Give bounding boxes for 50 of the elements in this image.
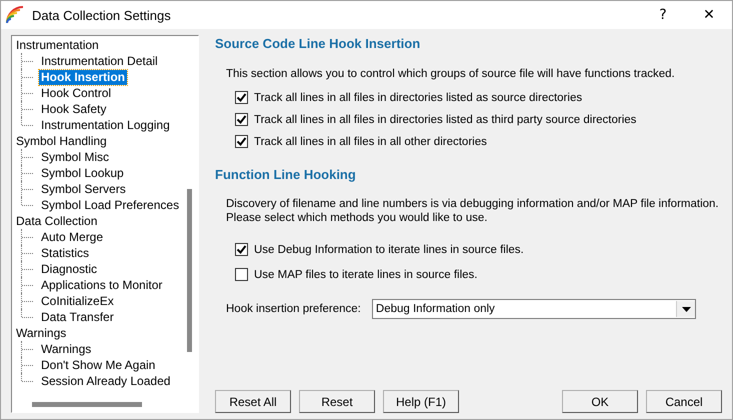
tree-item[interactable]: Auto Merge	[39, 230, 106, 244]
scrollbar-thumb[interactable]	[32, 402, 142, 407]
app-logo-icon	[6, 6, 24, 24]
checkbox[interactable]	[235, 268, 248, 281]
checkbox-label: Track all lines in all files in all other directories	[254, 136, 487, 148]
checkbox-label: Use Debug Information to iterate lines in source files.	[254, 244, 524, 256]
tree-item[interactable]: Warnings	[39, 342, 94, 356]
tree-item[interactable]: Session Already Loaded	[39, 374, 172, 388]
tree-item[interactable]: Diagnostic	[39, 262, 100, 276]
tree-item[interactable]: Data Collection	[14, 214, 100, 228]
checkbox-label: Track all lines in all files in directories listed as source directories	[254, 92, 582, 104]
checkbox[interactable]	[235, 135, 248, 148]
dialog-button[interactable]: Reset	[299, 390, 375, 413]
tree-item[interactable]: Data Transfer	[39, 310, 116, 324]
section-heading: Function Line Hooking	[215, 167, 357, 182]
tree-item[interactable]: Symbol Handling	[14, 134, 109, 148]
tree-item[interactable]: Symbol Lookup	[39, 166, 126, 180]
tree-item[interactable]: CoInitializeEx	[39, 294, 116, 308]
tree-item[interactable]: Instrumentation	[14, 38, 101, 52]
preference-dropdown[interactable]: Debug Information only	[372, 299, 696, 319]
tree-item[interactable]: Applications to Monitor	[39, 278, 164, 292]
dialog-button[interactable]: Reset All	[215, 390, 291, 413]
field-label: Hook insertion preference:	[226, 303, 361, 315]
checkbox[interactable]	[235, 91, 248, 104]
tree-item[interactable]: Symbol Load Preferences	[39, 198, 182, 212]
checkbox[interactable]	[235, 113, 248, 126]
tree-item[interactable]: Symbol Servers	[39, 182, 128, 196]
tree-item[interactable]: Hook Safety	[39, 102, 108, 116]
tree-item[interactable]: Symbol Misc	[39, 150, 112, 164]
description-text: Discovery of filename and line numbers is via debugging information and/or MAP file information. Please select which methods you would like to use.	[226, 197, 720, 225]
description-text: This section allows you to control which groups of source file will have functions tracked.	[226, 67, 676, 81]
section-heading: Source Code Line Hook Insertion	[215, 36, 422, 51]
tree-item[interactable]: Instrumentation Detail	[39, 54, 160, 68]
tree-item[interactable]: Statistics	[39, 246, 92, 260]
checkbox[interactable]	[235, 243, 248, 256]
checkbox-label: Use MAP files to iterate lines in source files.	[254, 268, 478, 280]
dropdown-arrow-icon	[682, 306, 690, 312]
dialog-button[interactable]: Help (F1)	[383, 390, 459, 413]
tree-item[interactable]: Hook Insertion	[39, 70, 128, 84]
tree-item[interactable]: Instrumentation Logging	[39, 118, 172, 132]
help-button[interactable]: ?	[640, 1, 686, 29]
dialog-button[interactable]: Cancel	[646, 390, 722, 413]
scrollbar-thumb[interactable]	[187, 189, 192, 352]
tree-item[interactable]: Hook Control	[39, 86, 114, 100]
tree-item[interactable]: Warnings	[14, 326, 68, 340]
tree-item[interactable]: Don't Show Me Again	[39, 358, 158, 372]
checkbox-label: Track all lines in all files in directories listed as third party source directories	[254, 114, 636, 126]
dialog-button[interactable]: OK	[562, 390, 638, 413]
close-button[interactable]: ✕	[686, 1, 732, 29]
window-title: Data Collection Settings	[32, 8, 171, 22]
